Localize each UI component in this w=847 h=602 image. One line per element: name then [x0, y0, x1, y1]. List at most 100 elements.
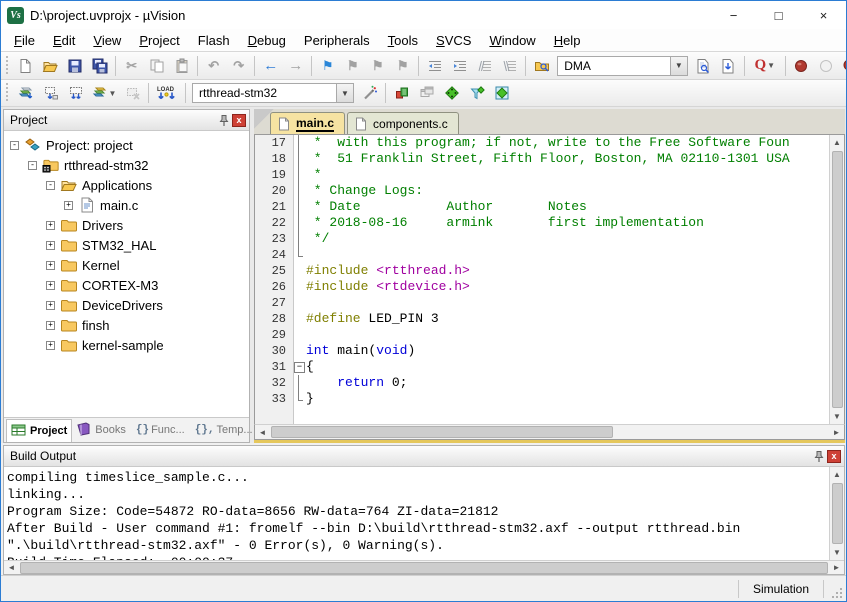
target-combo-value[interactable]: rtthread-stm32	[193, 86, 336, 100]
scrollbar-thumb[interactable]	[271, 426, 613, 438]
tree-item-devicedrivers[interactable]: + DeviceDrivers	[4, 295, 249, 315]
expand-toggle[interactable]: +	[46, 241, 55, 250]
paste-button[interactable]	[169, 54, 194, 77]
tab-books[interactable]: Books	[72, 419, 130, 441]
new-file-button[interactable]	[12, 54, 37, 77]
tree-item-label[interactable]: DeviceDrivers	[82, 298, 163, 313]
code-line[interactable]: 25#include <rtthread.h>	[255, 263, 829, 279]
code-area[interactable]: 17 * with this program; if not, write to…	[255, 135, 829, 424]
uncomment-button[interactable]	[497, 54, 522, 77]
target-options-button[interactable]	[357, 82, 382, 105]
tree-item-kernel[interactable]: + Kernel	[4, 255, 249, 275]
search-combo[interactable]: DMA ▼	[557, 56, 688, 76]
code-line[interactable]: 21 * Date Author Notes	[255, 199, 829, 215]
expand-toggle[interactable]: -	[46, 181, 55, 190]
expand-toggle[interactable]: +	[46, 341, 55, 350]
tree-item-stm32-hal[interactable]: + STM32_HAL	[4, 235, 249, 255]
editor-tab-components-c[interactable]: components.c	[347, 112, 459, 134]
tree-item-label[interactable]: kernel-sample	[82, 338, 164, 353]
scroll-up-icon[interactable]: ▲	[830, 135, 845, 150]
scrollbar-thumb[interactable]	[832, 151, 843, 408]
code-line[interactable]: 18 * 51 Franklin Street, Fifth Floor, Bo…	[255, 151, 829, 167]
tree-item-project-root[interactable]: - Project: project	[4, 135, 249, 155]
open-file-button[interactable]	[37, 54, 62, 77]
tab-functions[interactable]: {} Func...	[132, 421, 189, 439]
tree-item-label[interactable]: main.c	[100, 198, 138, 213]
code-line[interactable]: 27	[255, 295, 829, 311]
editor-vertical-scrollbar[interactable]: ▲ ▼	[829, 135, 844, 424]
fold-collapse-marker[interactable]	[293, 359, 306, 375]
expand-toggle[interactable]: +	[46, 221, 55, 230]
tree-item-main-c[interactable]: + main.c	[4, 195, 249, 215]
cut-button[interactable]: ✂	[119, 54, 144, 77]
batch-build-button[interactable]: ▼	[88, 82, 120, 105]
resize-grip[interactable]	[824, 576, 846, 601]
scroll-down-icon[interactable]: ▼	[830, 409, 845, 424]
menu-window[interactable]: Window	[480, 31, 544, 50]
breakpoint-disable-button[interactable]	[814, 54, 839, 77]
undo-button[interactable]: ↶	[201, 54, 226, 77]
menu-tools[interactable]: Tools	[379, 31, 427, 50]
code-line[interactable]: 22 * 2018-08-16 armink first implementat…	[255, 215, 829, 231]
tab-project[interactable]: Project	[6, 419, 72, 442]
tree-item-kernel-sample[interactable]: + kernel-sample	[4, 335, 249, 355]
tree-item-label[interactable]: rtthread-stm32	[64, 158, 149, 173]
help-search-button[interactable]: Q▼	[748, 54, 782, 77]
stop-build-button[interactable]	[120, 82, 145, 105]
scrollbar-thumb[interactable]	[832, 483, 843, 544]
bookmark-next-button[interactable]: ⚑	[365, 54, 390, 77]
menu-file[interactable]: File	[5, 31, 44, 50]
menu-project[interactable]: Project	[130, 31, 188, 50]
tree-item-rtthread-stm32[interactable]: - rtthread-stm32	[4, 155, 249, 175]
search-combo-value[interactable]: DMA	[558, 59, 670, 73]
expand-toggle[interactable]: -	[10, 141, 19, 150]
expand-toggle[interactable]: +	[46, 321, 55, 330]
incremental-find-button[interactable]	[716, 54, 741, 77]
menu-edit[interactable]: Edit	[44, 31, 84, 50]
menu-flash[interactable]: Flash	[189, 31, 239, 50]
code-line[interactable]: 31{	[255, 359, 829, 375]
redo-button[interactable]: ↷	[226, 54, 251, 77]
find-button[interactable]	[691, 54, 716, 77]
breakpoint-button[interactable]	[789, 54, 814, 77]
find-in-files-button[interactable]	[529, 54, 554, 77]
scrollbar-thumb[interactable]	[20, 562, 828, 574]
scroll-up-icon[interactable]: ▲	[830, 467, 845, 482]
scroll-down-icon[interactable]: ▼	[830, 545, 845, 560]
load-button[interactable]: LOAD	[152, 82, 182, 105]
editor-horizontal-scrollbar[interactable]: ◄ ►	[254, 424, 845, 440]
unindent-button[interactable]	[447, 54, 472, 77]
toolbar-grip[interactable]	[4, 83, 10, 103]
translate-button[interactable]	[13, 82, 38, 105]
code-line[interactable]: 33}	[255, 391, 829, 407]
menu-peripherals[interactable]: Peripherals	[295, 31, 379, 50]
save-button[interactable]	[62, 54, 87, 77]
menu-view[interactable]: View	[84, 31, 130, 50]
build-output-horizontal-scrollbar[interactable]: ◄ ►	[4, 560, 844, 574]
tree-item-label[interactable]: Applications	[82, 178, 152, 193]
bookmark-clear-button[interactable]: ⚑	[390, 54, 415, 77]
code-line[interactable]: 24	[255, 247, 829, 263]
code-line[interactable]: 28#define LED_PIN 3	[255, 311, 829, 327]
code-line[interactable]: 30int main(void)	[255, 343, 829, 359]
code-line[interactable]: 26#include <rtdevice.h>	[255, 279, 829, 295]
build-output-text[interactable]: compiling timeslice_sample.c...linking..…	[4, 467, 829, 560]
code-line[interactable]: 17 * with this program; if not, write to…	[255, 135, 829, 151]
target-combo-dropdown[interactable]: ▼	[336, 84, 353, 102]
rebuild-button[interactable]	[63, 82, 88, 105]
nav-back-button[interactable]: ←	[258, 54, 283, 77]
indent-button[interactable]	[422, 54, 447, 77]
pack-installer-button[interactable]	[439, 82, 464, 105]
breakpoint-kill-button[interactable]	[841, 54, 846, 77]
tree-item-finsh[interactable]: + finsh	[4, 315, 249, 335]
pin-icon[interactable]	[811, 449, 827, 464]
save-all-button[interactable]	[87, 54, 112, 77]
minimize-button[interactable]: −	[711, 1, 756, 29]
scroll-left-icon[interactable]: ◄	[4, 560, 19, 575]
manage-items-button[interactable]	[489, 82, 514, 105]
cascade-windows-button[interactable]	[414, 82, 439, 105]
comment-button[interactable]	[472, 54, 497, 77]
close-button[interactable]: ×	[801, 1, 846, 29]
build-output-close-icon[interactable]: x	[827, 450, 841, 463]
scroll-left-icon[interactable]: ◄	[255, 425, 270, 440]
